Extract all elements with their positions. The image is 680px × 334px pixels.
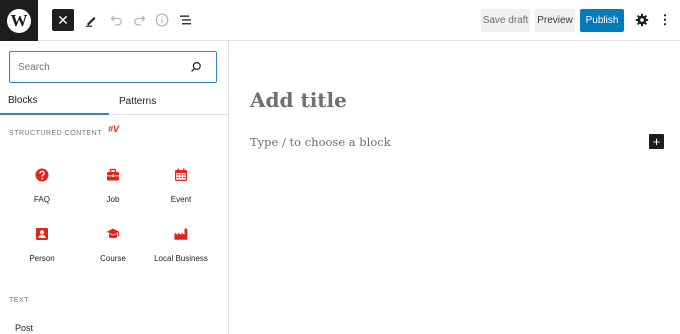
factory-icon xyxy=(174,227,188,241)
inserter-tabs: Blocks Patterns xyxy=(0,87,228,115)
list-view-icon xyxy=(180,15,191,25)
tools-pen-button[interactable] xyxy=(80,9,102,31)
briefcase-icon xyxy=(106,168,120,182)
block-label: Local Business xyxy=(154,254,208,263)
brand-logo: #V xyxy=(108,124,120,134)
post-title-input[interactable]: Add title xyxy=(250,88,347,112)
block-label: Event xyxy=(170,195,192,204)
details-info-button[interactable] xyxy=(151,9,173,31)
wordpress-logo-button[interactable]: W xyxy=(0,0,38,41)
text-section-heading: TEXT xyxy=(9,297,29,304)
block-event[interactable]: Event xyxy=(146,168,216,204)
block-local-business[interactable]: Local Business xyxy=(146,227,216,263)
structured-content-heading: STRUCTURED CONTENT xyxy=(9,130,102,137)
preview-button[interactable]: Preview xyxy=(535,9,575,32)
tab-patterns[interactable]: Patterns xyxy=(109,87,218,115)
redo-icon xyxy=(133,15,145,26)
more-vertical-icon: ⋮ xyxy=(658,12,672,27)
settings-button[interactable] xyxy=(631,9,653,31)
block-label: FAQ xyxy=(33,195,50,204)
editor-top-toolbar: W ✕ Save draft Preview Publish ⋮ xyxy=(0,0,680,41)
block-label: Job xyxy=(106,195,120,204)
undo-icon xyxy=(110,15,122,26)
close-inserter-button[interactable]: ✕ xyxy=(52,9,74,31)
graduation-cap-icon xyxy=(106,227,120,241)
block-faq[interactable]: FAQ xyxy=(7,168,77,204)
plus-icon: + xyxy=(652,134,661,149)
block-post-partial[interactable]: Post xyxy=(15,323,33,333)
person-card-icon xyxy=(35,227,49,241)
block-job[interactable]: Job xyxy=(78,168,148,204)
search-icon[interactable] xyxy=(190,61,202,73)
inserter-search-field[interactable] xyxy=(9,51,217,83)
search-input[interactable] xyxy=(18,59,178,75)
block-inserter-panel: Blocks Patterns STRUCTURED CONTENT #V FA… xyxy=(0,41,229,334)
options-menu-button[interactable]: ⋮ xyxy=(657,9,673,31)
gear-icon xyxy=(635,13,649,27)
info-icon xyxy=(155,13,169,27)
save-draft-button[interactable]: Save draft xyxy=(481,9,530,32)
block-course[interactable]: Course xyxy=(78,227,148,263)
wordpress-icon: W xyxy=(7,8,31,33)
block-label: Course xyxy=(100,254,126,263)
tab-blocks[interactable]: Blocks xyxy=(0,87,109,115)
publish-button[interactable]: Publish xyxy=(580,9,624,32)
redo-button[interactable] xyxy=(128,9,150,31)
undo-button[interactable] xyxy=(105,9,127,31)
add-block-button[interactable]: + xyxy=(649,134,664,149)
block-person[interactable]: Person xyxy=(7,227,77,263)
question-icon xyxy=(35,168,49,182)
document-overview-button[interactable] xyxy=(175,9,197,31)
calendar-icon xyxy=(174,168,188,182)
block-appender-placeholder[interactable]: Type / to choose a block xyxy=(250,135,391,149)
block-label: Person xyxy=(29,254,55,263)
pen-icon xyxy=(86,17,96,27)
